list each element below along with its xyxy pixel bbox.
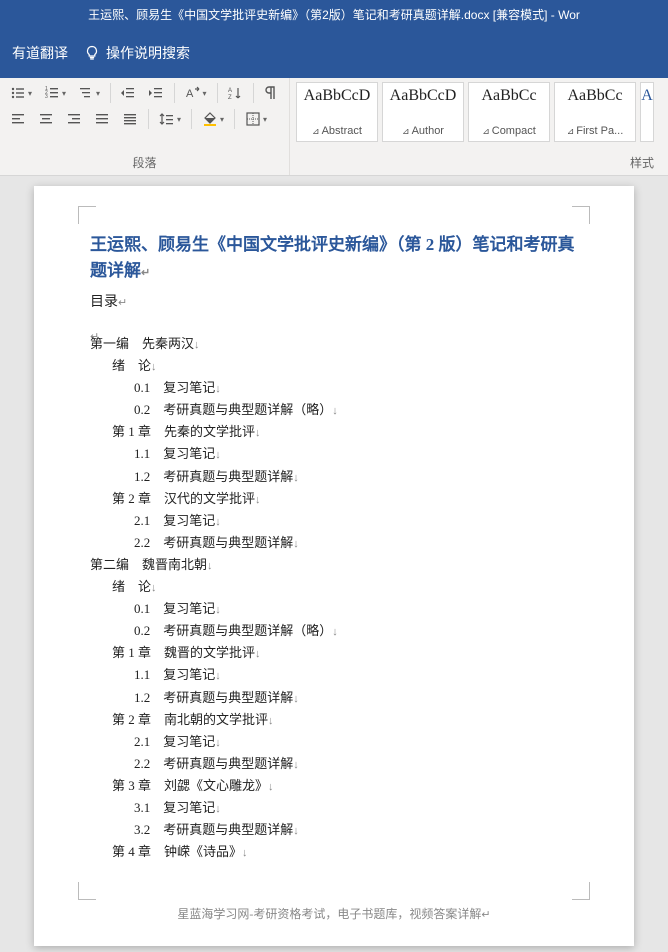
- caret-icon: ▾: [62, 89, 66, 98]
- toc-entry[interactable]: 2.1 复习笔记↓: [134, 731, 578, 753]
- toc-entry[interactable]: 第 2 章 汉代的文学批评↓: [112, 488, 578, 510]
- style-sample-text: AaBbCcD: [304, 87, 371, 105]
- lightbulb-icon: [84, 45, 100, 61]
- margin-corner-icon: [78, 882, 96, 900]
- sort-button[interactable]: AZ: [223, 82, 247, 104]
- toc-entry[interactable]: 第 1 章 先秦的文学批评↓: [112, 421, 578, 443]
- toc-entry[interactable]: 绪 论↓: [112, 355, 578, 377]
- style-item-partial[interactable]: A: [640, 82, 654, 142]
- toc-entry[interactable]: 2.2 考研真题与典型题详解↓: [134, 753, 578, 775]
- tab-tell-me[interactable]: 操作说明搜索: [76, 37, 198, 69]
- separator: [191, 109, 192, 129]
- align-distributed-button[interactable]: [118, 108, 142, 130]
- toc-entry[interactable]: 2.1 复习笔记↓: [134, 510, 578, 532]
- separator: [234, 109, 235, 129]
- svg-text:A: A: [228, 88, 232, 94]
- margin-corner-icon: [572, 206, 590, 224]
- toc-entry[interactable]: 第 2 章 南北朝的文学批评↓: [112, 709, 578, 731]
- style-sample-text: AaBbCc: [567, 87, 622, 105]
- align-left-button[interactable]: [6, 108, 30, 130]
- toc-entry[interactable]: 第 1 章 魏晋的文学批评↓: [112, 642, 578, 664]
- svg-text:Z: Z: [228, 95, 232, 101]
- window-title: 王运熙、顾易生《中国文学批评史新编》（第2版）笔记和考研真题详解.docx [兼…: [88, 6, 580, 23]
- decrease-indent-button[interactable]: [116, 82, 140, 104]
- tell-me-label: 操作说明搜索: [106, 43, 190, 63]
- toc-entry[interactable]: 0.2 考研真题与典型题详解（略）↓: [134, 399, 578, 421]
- svg-text:A: A: [186, 88, 194, 100]
- caret-icon: ▾: [220, 115, 224, 124]
- caret-icon: ▾: [203, 89, 207, 98]
- toc-entry[interactable]: 0.1 复习笔记↓: [134, 377, 578, 399]
- page-footer: 星蓝海学习网-考研资格考试，电子书题库，视频答案详解↵: [34, 905, 634, 922]
- document-page[interactable]: 王运熙、顾易生《中国文学批评史新编》（第 2 版）笔记和考研真题详解↵ 目录↵ …: [34, 186, 634, 946]
- paragraph-row-2: ▾ ▾ ▾: [6, 108, 283, 130]
- table-of-contents[interactable]: 第一编 先秦两汉↓绪 论↓0.1 复习笔记↓0.2 考研真题与典型题详解（略）↓…: [90, 333, 578, 863]
- paragraph-row-1: ▾ 123▾ ▾ A▾ AZ: [6, 82, 283, 104]
- text-direction-button[interactable]: A▾: [181, 82, 211, 104]
- toc-entry[interactable]: 第一编 先秦两汉↓: [90, 333, 578, 355]
- ribbon-group-paragraph: ▾ 123▾ ▾ A▾ AZ ▾: [0, 78, 290, 175]
- ribbon-group-styles: AaBbCcD ⊿Abstract AaBbCcD ⊿Author AaBbCc ⊿Com…: [290, 78, 668, 175]
- align-justify-button[interactable]: [90, 108, 114, 130]
- group-label-styles: 样式: [296, 152, 662, 173]
- tab-bar: 有道翻译 操作说明搜索: [0, 28, 668, 78]
- style-item[interactable]: AaBbCcD ⊿Author: [382, 82, 464, 142]
- margin-corner-icon: [572, 882, 590, 900]
- toc-entry[interactable]: 3.2 考研真题与典型题详解↓: [134, 819, 578, 841]
- toc-entry[interactable]: 0.1 复习笔记↓: [134, 598, 578, 620]
- style-item[interactable]: AaBbCcD ⊿Abstract: [296, 82, 378, 142]
- style-item[interactable]: AaBbCc ⊿First Pa...: [554, 82, 636, 142]
- align-right-button[interactable]: [62, 108, 86, 130]
- line-spacing-button[interactable]: ▾: [155, 108, 185, 130]
- caret-icon: ▾: [96, 89, 100, 98]
- shading-button[interactable]: ▾: [198, 108, 228, 130]
- show-marks-button[interactable]: [259, 82, 283, 104]
- toc-entry[interactable]: 绪 论↓: [112, 576, 578, 598]
- style-sample-text: AaBbCc: [481, 87, 536, 105]
- toc-entry[interactable]: 0.2 考研真题与典型题详解（略）↓: [134, 620, 578, 642]
- tab-label: 有道翻译: [12, 43, 68, 63]
- caret-icon: ▾: [177, 115, 181, 124]
- toc-heading[interactable]: 目录↵: [90, 291, 578, 311]
- style-name-label: ⊿Abstract: [312, 125, 362, 137]
- style-sample-text: AaBbCcD: [390, 87, 457, 105]
- toc-entry[interactable]: 1.1 复习笔记↓: [134, 664, 578, 686]
- style-name-label: ⊿Compact: [482, 125, 536, 137]
- style-item[interactable]: AaBbCc ⊿Compact: [468, 82, 550, 142]
- style-name-label: ⊿Author: [402, 125, 444, 137]
- increase-indent-button[interactable]: [144, 82, 168, 104]
- borders-button[interactable]: ▾: [241, 108, 271, 130]
- numbered-list-button[interactable]: 123▾: [40, 82, 70, 104]
- align-center-button[interactable]: [34, 108, 58, 130]
- toc-entry[interactable]: 第 3 章 刘勰《文心雕龙》↓: [112, 775, 578, 797]
- document-workspace[interactable]: 王运熙、顾易生《中国文学批评史新编》（第 2 版）笔记和考研真题详解↵ 目录↵ …: [0, 176, 668, 952]
- title-bar: 王运熙、顾易生《中国文学批评史新编》（第2版）笔记和考研真题详解.docx [兼…: [0, 0, 668, 28]
- multilevel-list-button[interactable]: ▾: [74, 82, 104, 104]
- toc-entry[interactable]: 第 4 章 钟嵘《诗品》↓: [112, 841, 578, 863]
- bullet-list-button[interactable]: ▾: [6, 82, 36, 104]
- separator: [148, 109, 149, 129]
- document-title[interactable]: 王运熙、顾易生《中国文学批评史新编》（第 2 版）笔记和考研真题详解↵: [90, 232, 578, 283]
- toc-entry[interactable]: 3.1 复习笔记↓: [134, 797, 578, 819]
- toc-entry[interactable]: 2.2 考研真题与典型题详解↓: [134, 532, 578, 554]
- toc-entry[interactable]: 1.2 考研真题与典型题详解↓: [134, 687, 578, 709]
- toc-entry[interactable]: 第二编 魏晋南北朝↓: [90, 554, 578, 576]
- toc-entry[interactable]: 1.1 复习笔记↓: [134, 443, 578, 465]
- styles-gallery[interactable]: AaBbCcD ⊿Abstract AaBbCcD ⊿Author AaBbCc ⊿Com…: [296, 82, 662, 142]
- ribbon: ▾ 123▾ ▾ A▾ AZ ▾: [0, 78, 668, 176]
- toc-entry[interactable]: 1.2 考研真题与典型题详解↓: [134, 466, 578, 488]
- margin-corner-icon: [78, 206, 96, 224]
- style-name-label: ⊿First Pa...: [567, 125, 624, 137]
- caret-icon: ▾: [28, 89, 32, 98]
- tab-youdao-translate[interactable]: 有道翻译: [4, 37, 76, 69]
- svg-text:3: 3: [45, 94, 48, 100]
- caret-icon: ▾: [263, 115, 267, 124]
- group-label-paragraph: 段落: [6, 152, 283, 173]
